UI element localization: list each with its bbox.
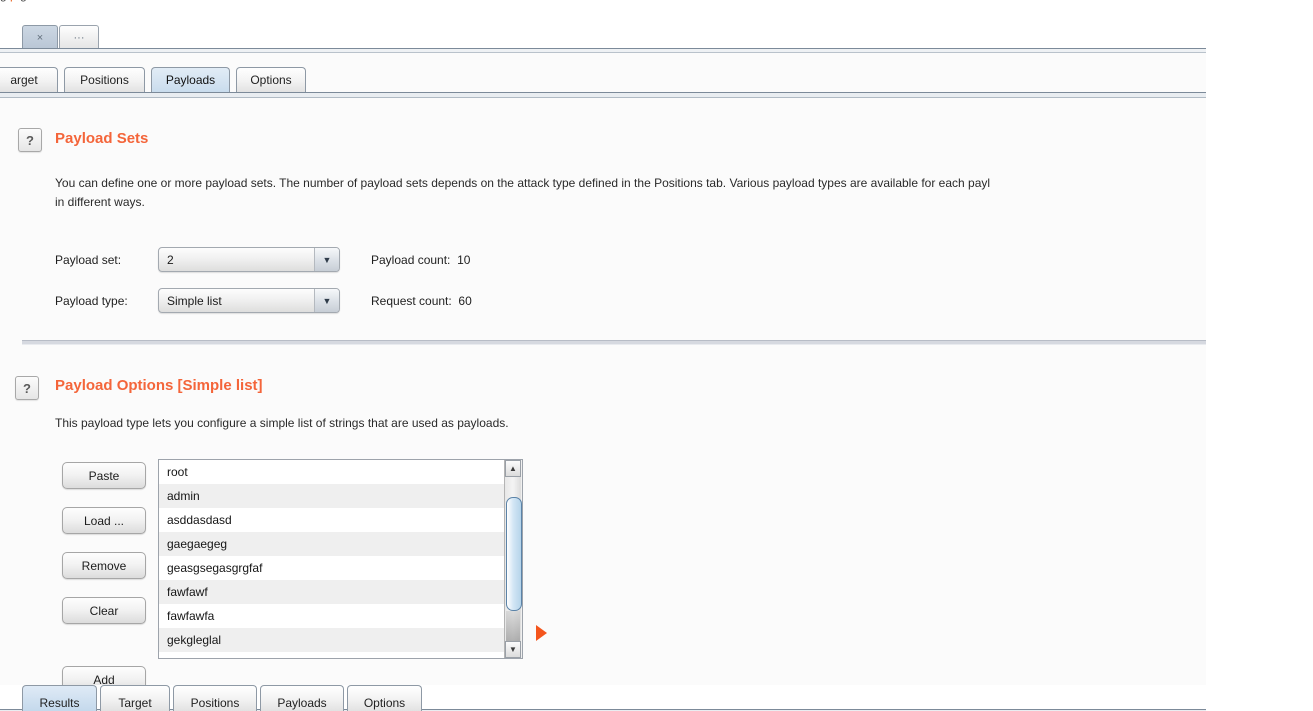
paste-button[interactable]: Paste <box>62 462 146 489</box>
payload-list[interactable]: root admin asddasdasd gaegaegeg geasgsegasgr… <box>158 459 523 659</box>
question-mark-icon: ? <box>26 132 34 148</box>
payload-list-rows: root admin asddasdasd gaegaegeg geasgsegasgr… <box>159 460 522 652</box>
bottom-tab-options[interactable]: Options <box>347 685 422 711</box>
payload-count-label: Payload count: <box>371 253 451 267</box>
bottom-tab-target[interactable]: Target <box>100 685 170 711</box>
bottom-tab-positions-label: Positions <box>190 696 240 710</box>
section-separator <box>22 340 1206 345</box>
scroll-up-icon[interactable]: ▲ <box>505 460 521 477</box>
request-count-label: Request count: <box>371 294 452 308</box>
tab-target[interactable]: arget <box>0 67 58 92</box>
bottom-tab-payloads-label: Payloads <box>277 696 327 710</box>
payload-options-help-button[interactable]: ? <box>15 376 39 400</box>
payload-set-value: 2 <box>167 252 174 267</box>
main-tab-bar: arget Positions Payloads Options <box>0 64 1206 94</box>
payload-list-item[interactable]: geasgsegasgrgfaf <box>159 556 522 580</box>
tab-options[interactable]: Options <box>236 67 306 92</box>
tab-payloads-label: Payloads <box>165 73 216 87</box>
question-mark-icon: ? <box>23 380 31 396</box>
application-panel: × ··· arget Positions Payloads Options ?… <box>0 22 1206 690</box>
request-count-value: 60 <box>458 294 472 308</box>
chevron-down-icon[interactable]: ▼ <box>314 289 339 312</box>
payload-sets-description-line2: in different ways. <box>55 195 145 209</box>
payload-list-item[interactable]: fawfawf <box>159 580 522 604</box>
bottom-tab-results-label: Results <box>39 696 80 710</box>
payload-list-item[interactable]: fawfawfa <box>159 604 522 628</box>
payload-count: Payload count: 10 <box>371 253 470 267</box>
window-tab-strip: × ··· <box>0 22 1206 50</box>
payload-type-select[interactable]: Simple list ▼ <box>158 288 340 313</box>
payload-sets-help-button[interactable]: ? <box>18 128 42 152</box>
load-button[interactable]: Load ... <box>62 507 146 534</box>
chevron-down-icon[interactable]: ▼ <box>314 248 339 271</box>
load-button-label: Load ... <box>83 513 125 528</box>
clipped-top-text: g p g <box>0 0 1313 2</box>
payloads-content: ? Payload Sets You can define one or mor… <box>0 98 1206 690</box>
tab-positions-label: Positions <box>80 73 129 87</box>
payload-options-title: Payload Options [Simple list] <box>55 377 263 394</box>
window-tab-divider <box>0 48 1206 53</box>
payload-list-item[interactable]: gekgleglal <box>159 628 522 652</box>
payload-set-select[interactable]: 2 ▼ <box>158 247 340 272</box>
bottom-tab-target-label: Target <box>118 696 152 710</box>
tab-options-label: Options <box>250 73 292 87</box>
paste-button-label: Paste <box>88 468 120 483</box>
payload-list-item[interactable]: admin <box>159 484 522 508</box>
clipped-top-text-orange: p <box>10 0 17 2</box>
payload-list-scrollbar[interactable]: ▲ ▼ <box>504 460 522 658</box>
payload-type-label: Payload type: <box>55 294 128 308</box>
remove-button[interactable]: Remove <box>62 552 146 579</box>
bottom-tab-positions[interactable]: Positions <box>173 685 257 711</box>
tab-positions[interactable]: Positions <box>64 67 145 92</box>
scroll-down-icon[interactable]: ▼ <box>505 641 521 658</box>
bottom-tab-bar: Results Target Positions Payloads Option… <box>0 685 1313 711</box>
payload-list-item[interactable]: gaegaegeg <box>159 532 522 556</box>
orange-pointer-icon <box>536 625 547 641</box>
tab-payloads[interactable]: Payloads <box>151 67 230 92</box>
more-tabs-button[interactable]: ··· <box>59 25 99 49</box>
request-count: Request count: 60 <box>371 294 472 308</box>
payload-options-description: This payload type lets you configure a s… <box>55 416 509 430</box>
clear-button-label: Clear <box>89 603 119 618</box>
payload-count-value: 10 <box>457 253 471 267</box>
clear-button[interactable]: Clear <box>62 597 146 624</box>
payload-list-item[interactable]: asddasdasd <box>159 508 522 532</box>
close-tab-button[interactable]: × <box>22 25 58 49</box>
bottom-tab-payloads[interactable]: Payloads <box>260 685 344 711</box>
payload-type-value: Simple list <box>167 293 222 308</box>
close-icon: × <box>36 31 44 44</box>
payload-set-label: Payload set: <box>55 253 122 267</box>
tab-target-label: arget <box>10 73 38 87</box>
scrollbar-track[interactable] <box>505 477 522 653</box>
clipped-top-text-before: g <box>0 0 7 2</box>
ellipsis-icon: ··· <box>73 31 85 44</box>
bottom-tab-results[interactable]: Results <box>22 685 97 711</box>
payload-sets-title: Payload Sets <box>55 130 149 147</box>
remove-button-label: Remove <box>81 558 127 573</box>
payload-sets-description: You can define one or more payload sets.… <box>55 176 991 190</box>
clipped-top-text-after: g <box>20 0 27 2</box>
scrollbar-thumb[interactable] <box>506 497 522 611</box>
bottom-tab-options-label: Options <box>363 696 406 710</box>
payload-list-item[interactable]: root <box>159 460 522 484</box>
